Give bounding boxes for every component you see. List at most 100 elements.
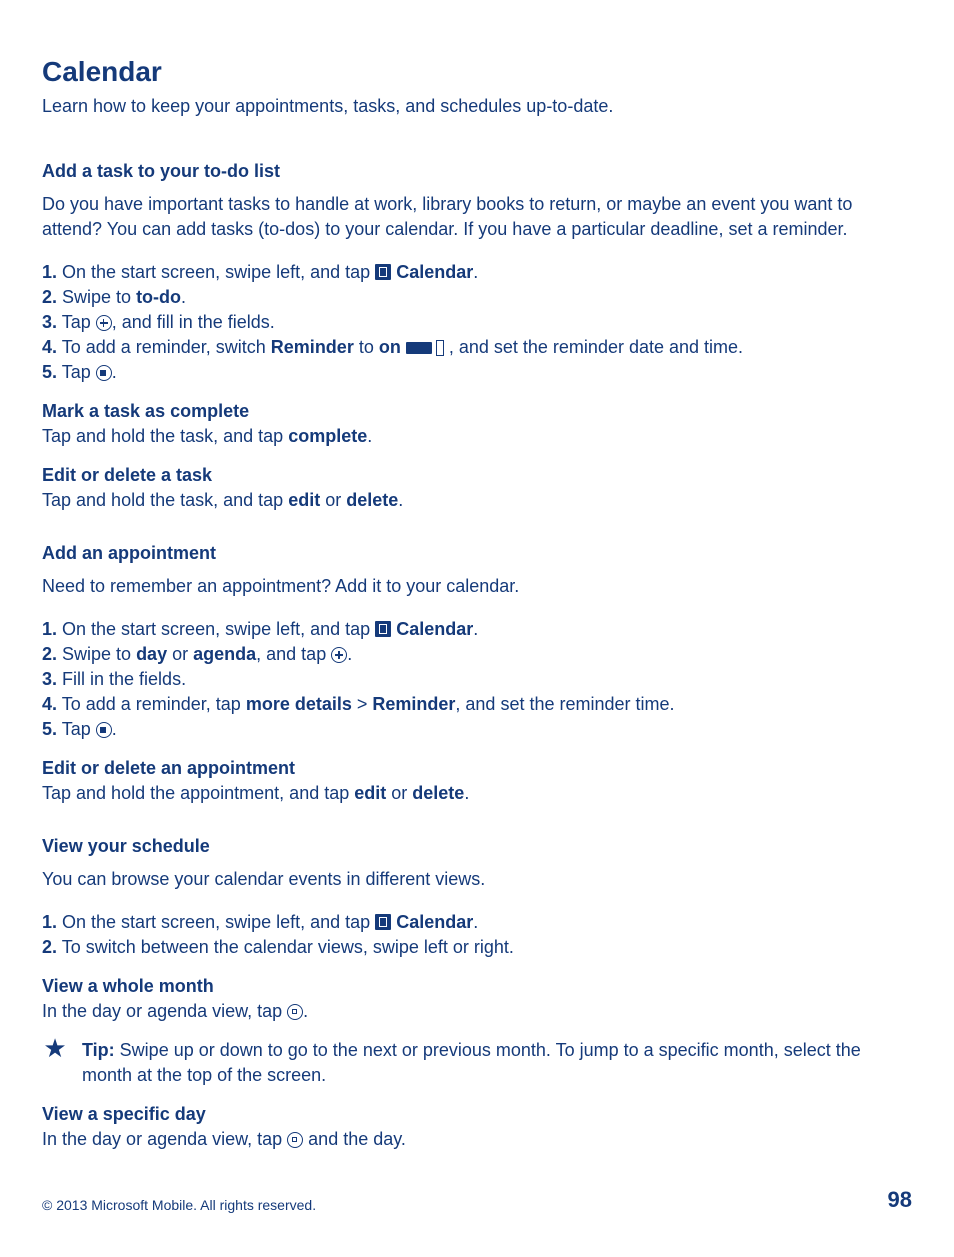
step-bold: Calendar <box>396 262 473 282</box>
sub-suffix: . <box>367 426 372 446</box>
step-bold: day <box>136 644 167 664</box>
step-bold: Calendar <box>396 912 473 932</box>
sub-bold: complete <box>288 426 367 446</box>
month-icon <box>287 1004 303 1020</box>
step-suffix: . <box>473 619 478 639</box>
step-text: To add a reminder, switch <box>57 337 271 357</box>
sub-text: Tap and hold the appointment, and tap ed… <box>42 781 912 806</box>
step-num: 5. <box>42 719 57 739</box>
sub-suffix: . <box>303 1001 308 1021</box>
steps-add-task: 1. On the start screen, swipe left, and … <box>42 260 912 385</box>
sub-bold: edit <box>354 783 386 803</box>
step-text: On the start screen, swipe left, and tap <box>57 912 375 932</box>
step-num: 2. <box>42 937 57 957</box>
step-bold: Calendar <box>396 619 473 639</box>
save-icon <box>96 722 112 738</box>
step-text: Swipe to <box>57 287 136 307</box>
step-text: On the start screen, swipe left, and tap <box>57 262 375 282</box>
section-add-task: Add a task to your to-do list Do you hav… <box>42 159 912 513</box>
step-2: 2. Swipe to to-do. <box>42 285 912 310</box>
step-num: 5. <box>42 362 57 382</box>
sub-text-part: Tap and hold the appointment, and tap <box>42 783 354 803</box>
heading-view-schedule: View your schedule <box>42 834 912 859</box>
step-suffix: , and set the reminder date and time. <box>444 337 743 357</box>
sub-mark-complete: Mark a task as complete Tap and hold the… <box>42 399 912 449</box>
step-4: 4. To add a reminder, switch Reminder to… <box>42 335 912 360</box>
sub-bold: delete <box>346 490 398 510</box>
steps-view-schedule: 1. On the start screen, swipe left, and … <box>42 910 912 960</box>
lead-view-schedule: You can browse your calendar events in d… <box>42 867 912 892</box>
step-3: 3. Tap , and fill in the fields. <box>42 310 912 335</box>
page-number: 98 <box>888 1187 912 1213</box>
step-3: 3. Fill in the fields. <box>42 667 912 692</box>
calendar-icon <box>375 914 391 930</box>
step-1: 1. On the start screen, swipe left, and … <box>42 260 912 285</box>
step-2: 2. Swipe to day or agenda, and tap . <box>42 642 912 667</box>
toggle-icon <box>406 340 444 356</box>
lead-add-task: Do you have important tasks to handle at… <box>42 192 912 242</box>
step-text: Fill in the fields. <box>57 669 186 689</box>
step-text: On the start screen, swipe left, and tap <box>57 619 375 639</box>
step-1: 1. On the start screen, swipe left, and … <box>42 617 912 642</box>
step-5: 5. Tap . <box>42 717 912 742</box>
step-num: 1. <box>42 619 57 639</box>
sub-suffix: . <box>398 490 403 510</box>
step-text: Tap <box>57 719 96 739</box>
intro-text: Learn how to keep your appointments, tas… <box>42 94 912 119</box>
step-mid: or <box>167 644 193 664</box>
step-mid: > <box>352 694 373 714</box>
step-num: 4. <box>42 337 57 357</box>
section-view-schedule: View your schedule You can browse your c… <box>42 834 912 1152</box>
step-text: Tap <box>57 362 96 382</box>
sub-edit-delete-task: Edit or delete a task Tap and hold the t… <box>42 463 912 513</box>
sub-suffix: and the day. <box>303 1129 406 1149</box>
step-num: 1. <box>42 262 57 282</box>
sub-bold: delete <box>412 783 464 803</box>
star-icon: ★ <box>42 1038 68 1088</box>
tip-block: ★ Tip: Swipe up or down to go to the nex… <box>42 1038 912 1088</box>
step-mid2: , and tap <box>256 644 331 664</box>
step-1: 1. On the start screen, swipe left, and … <box>42 910 912 935</box>
page: Calendar Learn how to keep your appointm… <box>0 0 954 1257</box>
step-bold: Reminder <box>372 694 455 714</box>
calendar-icon <box>375 621 391 637</box>
step-suffix: . <box>473 262 478 282</box>
step-text: To switch between the calendar views, sw… <box>57 937 514 957</box>
copyright-text: © 2013 Microsoft Mobile. All rights rese… <box>42 1197 316 1213</box>
tip-label: Tip: <box>82 1040 115 1060</box>
sub-mid: or <box>320 490 346 510</box>
step-suffix: . <box>112 719 117 739</box>
step-num: 3. <box>42 669 57 689</box>
section-add-appointment: Add an appointment Need to remember an a… <box>42 541 912 806</box>
step-text: Swipe to <box>57 644 136 664</box>
sub-text: Tap and hold the task, and tap edit or d… <box>42 488 912 513</box>
sub-heading: View a whole month <box>42 974 912 999</box>
step-text: Tap <box>57 312 96 332</box>
step-num: 3. <box>42 312 57 332</box>
heading-add-task: Add a task to your to-do list <box>42 159 912 184</box>
sub-text-part: In the day or agenda view, tap <box>42 1001 287 1021</box>
sub-heading: View a specific day <box>42 1102 912 1127</box>
step-bold: more details <box>246 694 352 714</box>
heading-add-appointment: Add an appointment <box>42 541 912 566</box>
save-icon <box>96 365 112 381</box>
step-num: 1. <box>42 912 57 932</box>
month-icon <box>287 1132 303 1148</box>
step-suffix: , and set the reminder time. <box>455 694 674 714</box>
sub-bold: edit <box>288 490 320 510</box>
calendar-icon <box>375 264 391 280</box>
sub-text: In the day or agenda view, tap . <box>42 999 912 1024</box>
step-num: 2. <box>42 287 57 307</box>
step-text: To add a reminder, tap <box>57 694 246 714</box>
sub-heading: Edit or delete a task <box>42 463 912 488</box>
step-suffix: . <box>112 362 117 382</box>
step-4: 4. To add a reminder, tap more details >… <box>42 692 912 717</box>
step-bold: agenda <box>193 644 256 664</box>
sub-heading: Edit or delete an appointment <box>42 756 912 781</box>
step-bold: Reminder <box>271 337 354 357</box>
sub-text-part: Tap and hold the task, and tap <box>42 426 288 446</box>
step-suffix: . <box>347 644 352 664</box>
page-title: Calendar <box>42 56 912 88</box>
step-5: 5. Tap . <box>42 360 912 385</box>
step-num: 2. <box>42 644 57 664</box>
